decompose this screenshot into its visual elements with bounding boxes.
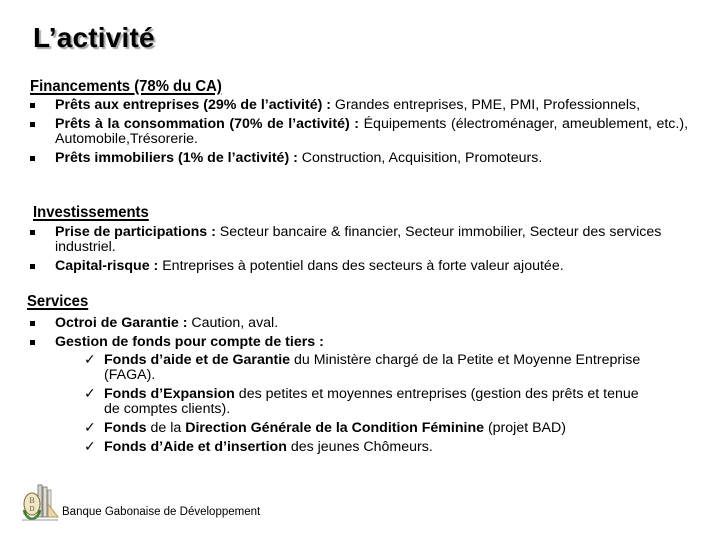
checkmark-icon: ✓ xyxy=(84,386,96,402)
item-label: Prêts aux entreprises (29% de l’activité… xyxy=(55,97,331,113)
list-item: Prise de participations : Secteur bancai… xyxy=(30,225,688,255)
fund-description: de la xyxy=(146,420,186,436)
fund-name: Fonds d’aide et de Garantie xyxy=(104,352,291,368)
checkmark-icon: ✓ xyxy=(84,420,96,436)
section-heading-services: Services xyxy=(27,293,89,310)
svg-text:D: D xyxy=(29,505,34,513)
item-label: Capital-risque : xyxy=(55,258,159,274)
item-text: Caution, aval. xyxy=(187,315,279,331)
square-bullet-icon xyxy=(30,264,35,269)
svg-text:B: B xyxy=(29,496,34,505)
sub-list-item: ✓ Fonds d’Expansion des petites et moyen… xyxy=(79,387,653,417)
section-heading-investissements: Investissements xyxy=(33,204,149,221)
item-label: Octroi de Garantie : xyxy=(55,315,188,331)
sub-list-item: ✓ Fonds de la Direction Générale de la C… xyxy=(79,421,653,436)
item-text: Construction, Acquisition, Promoteurs. xyxy=(297,150,543,166)
sub-list-item: ✓ Fonds d’aide et de Garantie du Ministè… xyxy=(79,353,653,383)
square-bullet-icon xyxy=(30,156,35,161)
item-text: Grandes entreprises, PME, PMI, Professio… xyxy=(330,97,641,113)
managed-funds-list: ✓ Fonds d’aide et de Garantie du Ministè… xyxy=(79,353,653,455)
list-item: Prêts immobiliers (1% de l’activité) : C… xyxy=(30,151,688,166)
fund-name: Fonds d’Aide et d’insertion xyxy=(104,439,287,455)
section-heading-financements: Financements (78% du CA) xyxy=(30,78,222,95)
fund-description: (projet BAD) xyxy=(484,420,566,436)
list-item: Capital-risque : Entreprises à potentiel… xyxy=(30,259,688,274)
sub-list-item: ✓ Fonds d’Aide et d’insertion des jeunes… xyxy=(79,440,653,455)
item-label: Gestion de fonds pour compte de tiers : xyxy=(55,334,324,350)
checkmark-icon: ✓ xyxy=(84,439,96,455)
fund-name: Fonds d’Expansion xyxy=(104,386,235,402)
list-item: Prêts aux entreprises (29% de l’activité… xyxy=(30,98,688,113)
item-text: Entreprises à potentiel dans des secteur… xyxy=(158,258,564,274)
square-bullet-icon xyxy=(30,321,35,326)
square-bullet-icon xyxy=(30,340,35,345)
list-item: Gestion de fonds pour compte de tiers : … xyxy=(30,335,688,455)
list-item: Octroi de Garantie : Caution, aval. xyxy=(30,316,688,331)
list-item: Prêts à la consommation (70% de l’activi… xyxy=(30,117,688,147)
footer: B D Banque Gabonaise de Développement xyxy=(20,482,260,522)
bank-logo-icon: B D xyxy=(22,484,60,521)
fund-name: Fonds xyxy=(104,420,147,436)
item-label: Prise de participations : xyxy=(55,224,216,240)
financements-list: Prêts aux entreprises (29% de l’activité… xyxy=(30,98,688,170)
square-bullet-icon xyxy=(30,122,35,127)
fund-name: Direction Générale de la Condition Fémin… xyxy=(185,420,484,436)
item-label: Prêts immobiliers (1% de l’activité) : xyxy=(55,150,298,166)
services-list: Octroi de Garantie : Caution, aval. Gest… xyxy=(30,316,688,459)
organization-name: Banque Gabonaise de Développement xyxy=(62,506,261,518)
investissements-list: Prise de participations : Secteur bancai… xyxy=(30,225,688,278)
square-bullet-icon xyxy=(30,230,35,235)
slide-title: L’activité xyxy=(33,22,155,53)
checkmark-icon: ✓ xyxy=(84,352,96,368)
item-label: Prêts à la consommation (70% de l’activi… xyxy=(55,116,360,132)
fund-description: des jeunes Chômeurs. xyxy=(286,439,433,455)
square-bullet-icon xyxy=(30,103,35,108)
